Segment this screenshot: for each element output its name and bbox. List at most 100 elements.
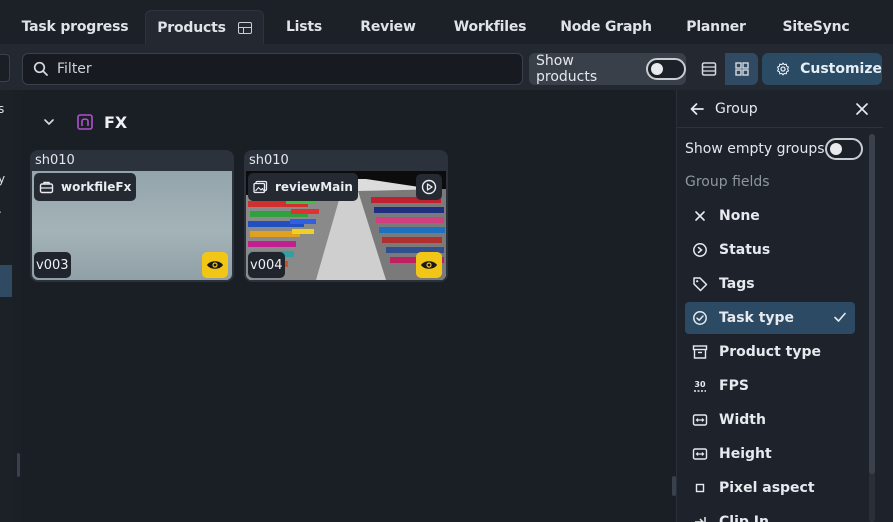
list-view-button[interactable] xyxy=(692,53,725,85)
sidebar-resize-handle[interactable] xyxy=(12,90,22,522)
width-icon xyxy=(692,414,708,426)
group-header[interactable]: FX xyxy=(22,108,127,136)
tab-label: Review xyxy=(360,19,416,35)
grid-view-icon xyxy=(734,62,749,76)
resize-grip[interactable] xyxy=(17,453,20,477)
tab-lists[interactable]: Lists xyxy=(274,10,334,44)
pixel-aspect-icon xyxy=(695,483,705,493)
tab-label: SiteSync xyxy=(782,19,850,35)
search-icon xyxy=(33,61,48,76)
sidebar-item-label: s xyxy=(0,102,5,116)
group-name: FX xyxy=(104,112,128,132)
close-icon[interactable] xyxy=(855,102,869,116)
filter-placeholder: Filter xyxy=(57,61,92,77)
thumbnail: reviewMain v004 xyxy=(246,171,446,280)
show-products-label: Show products xyxy=(536,53,598,85)
grid-view-button[interactable] xyxy=(725,53,758,85)
tab-label: Products xyxy=(157,19,226,36)
table-icon xyxy=(237,21,252,34)
eye-button[interactable] xyxy=(416,252,442,278)
panel-scrollbar[interactable] xyxy=(869,134,875,522)
product-label-text: workfileFx xyxy=(61,180,132,194)
play-circle-icon xyxy=(421,179,437,195)
chevron-down-icon[interactable] xyxy=(42,115,56,129)
tab-label: Planner xyxy=(686,19,746,35)
group-option-fps[interactable]: 30 FPS xyxy=(685,370,855,402)
eye-icon xyxy=(421,261,437,269)
option-label: Task type xyxy=(719,310,795,326)
option-label: Tags xyxy=(719,276,755,292)
group-panel: Group Show empty groups Group fields Non… xyxy=(676,90,893,522)
search-button[interactable] xyxy=(0,54,10,82)
products-grid: FX sh010 workfileFx v003 sh010 reviewMai… xyxy=(22,90,672,522)
eye-button[interactable] xyxy=(202,252,228,278)
thumbnail: workfileFx v003 xyxy=(32,171,232,280)
view-mode-switch xyxy=(692,53,758,85)
panel-scroll-thumb[interactable] xyxy=(869,134,875,474)
option-label: Height xyxy=(719,446,772,462)
group-option-status[interactable]: Status xyxy=(685,234,855,266)
option-label: Pixel aspect xyxy=(719,480,815,496)
option-label: Width xyxy=(719,412,766,428)
gear-icon xyxy=(777,62,790,76)
tab-task-progress[interactable]: Task progress xyxy=(14,10,136,44)
eye-icon xyxy=(207,261,223,269)
group-option-tags[interactable]: Tags xyxy=(685,268,855,300)
product-label-text: reviewMain xyxy=(275,180,353,194)
play-button[interactable] xyxy=(416,174,442,200)
sidebar-selected-item[interactable] xyxy=(0,265,12,297)
tab-workfiles[interactable]: Workfiles xyxy=(444,10,536,44)
group-option-clip-in[interactable]: Clip In xyxy=(685,506,855,522)
x-icon xyxy=(695,211,705,221)
back-arrow-icon[interactable] xyxy=(689,102,705,116)
show-empty-groups-toggle[interactable] xyxy=(824,138,863,160)
shot-name: sh010 xyxy=(35,153,75,168)
group-option-none[interactable]: None xyxy=(685,200,855,232)
tab-label: Lists xyxy=(285,19,323,35)
show-empty-groups-label: Show empty groups xyxy=(685,141,825,157)
customize-button[interactable]: Customize xyxy=(762,53,882,85)
tab-label: Task progress xyxy=(21,19,129,35)
show-products-toggle[interactable] xyxy=(646,58,686,80)
toolbar: Filter Show products Customize xyxy=(0,44,893,90)
group-option-height[interactable]: Height xyxy=(685,438,855,470)
sidebar-item-label: . xyxy=(0,202,2,216)
group-option-width[interactable]: Width xyxy=(685,404,855,436)
left-sidebar: s y . xyxy=(0,90,12,522)
version-badge: v004 xyxy=(248,252,285,278)
fx-group-icon xyxy=(77,114,93,130)
product-card[interactable]: sh010 workfileFx v003 xyxy=(30,150,234,282)
show-empty-groups-row: Show empty groups xyxy=(685,138,863,160)
group-option-task-type[interactable]: Task type xyxy=(685,302,855,334)
list-view-icon xyxy=(701,62,716,76)
tab-products[interactable]: Products xyxy=(145,10,264,44)
product-label: reviewMain xyxy=(248,173,358,201)
image-icon xyxy=(253,180,268,194)
panel-title: Group xyxy=(715,100,758,117)
option-label: None xyxy=(719,208,760,224)
filter-input[interactable]: Filter xyxy=(22,53,523,85)
shot-name: sh010 xyxy=(249,153,289,168)
tab-label: Workfiles xyxy=(453,19,527,35)
product-card[interactable]: sh010 reviewMain v004 xyxy=(244,150,448,282)
group-fields-label: Group fields xyxy=(685,174,770,190)
customize-label: Customize xyxy=(800,61,882,77)
svg-text:30: 30 xyxy=(694,380,706,389)
option-label: Status xyxy=(719,242,771,258)
tab-sitesync[interactable]: SiteSync xyxy=(774,10,858,44)
tab-review[interactable]: Review xyxy=(352,10,424,44)
height-icon xyxy=(692,448,708,460)
tab-planner[interactable]: Planner xyxy=(676,10,756,44)
group-option-product-type[interactable]: Product type xyxy=(685,336,855,368)
version-badge: v003 xyxy=(34,252,71,278)
option-label: Product type xyxy=(719,344,821,360)
tab-node-graph[interactable]: Node Graph xyxy=(554,10,658,44)
option-label: FPS xyxy=(719,378,749,394)
archive-box-icon xyxy=(692,345,708,359)
group-option-pixel-aspect[interactable]: Pixel aspect xyxy=(685,472,855,504)
tab-label: Node Graph xyxy=(560,19,652,35)
tag-icon xyxy=(693,277,708,292)
tab-bar: Task progress Products Lists Review Work… xyxy=(0,0,893,44)
status-icon xyxy=(693,243,707,257)
show-products-control[interactable]: Show products xyxy=(529,53,686,85)
